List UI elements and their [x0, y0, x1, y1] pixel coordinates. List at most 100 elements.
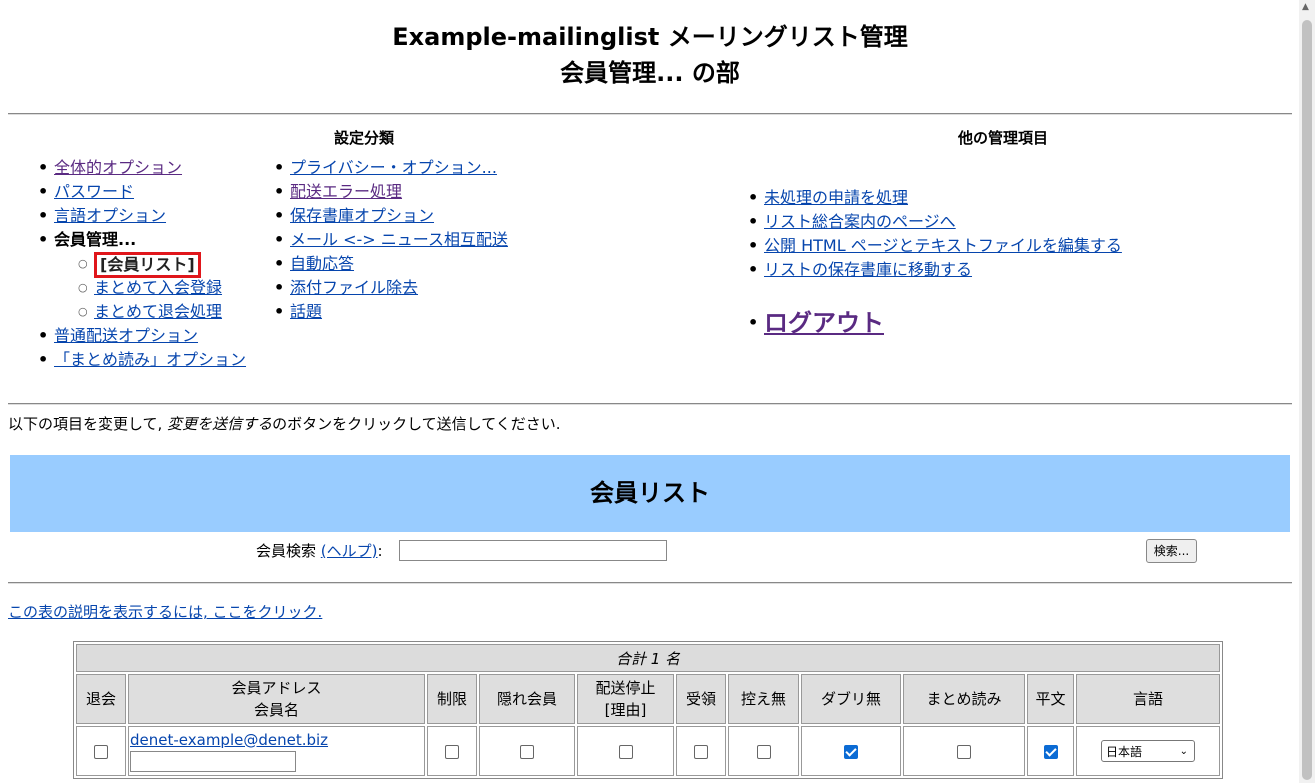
cell-digest [903, 726, 1025, 776]
nav-item-gateway: メール <-> ニュース相互配送 [274, 228, 508, 252]
nav-link-gateway[interactable]: メール <-> ニュース相互配送 [290, 230, 508, 249]
col-nomail-reason: [理由] [604, 701, 647, 719]
nav-link-archive[interactable]: 保存書庫オプション [290, 206, 434, 225]
member-email-link[interactable]: denet-example@denet.biz [130, 731, 328, 749]
nav-item-language: 言語オプション [38, 204, 246, 228]
search-button[interactable]: 検索... [1146, 539, 1197, 563]
language-select[interactable]: 日本語 ⌄ [1101, 740, 1195, 762]
instruction-text: 以下の項目を変更して, 変更を送信するのボタンをクリックして送信してください. [8, 413, 561, 434]
member-total: 合計 1 名 [76, 644, 1220, 672]
cell-unsub [76, 726, 126, 776]
col-plain: 平文 [1027, 674, 1074, 724]
nav-item-topics: 話題 [274, 300, 508, 324]
scrollbar-thumb[interactable] [1302, 20, 1312, 780]
logout-link[interactable]: ログアウト [764, 309, 884, 337]
nav-item-password: パスワード [38, 180, 246, 204]
cell-plain [1027, 726, 1074, 776]
nav-link-autoreply[interactable]: 自動応答 [290, 254, 354, 273]
nav-subitem-mass-unsubscribe: まとめて退会処理 [78, 300, 246, 324]
nav-item-privacy: プライバシー・オプション... [274, 156, 508, 180]
member-name-input[interactable] [130, 750, 296, 772]
other-item-listinfo: リスト総合案内のページへ [748, 210, 1122, 234]
nav-current-member-list: [会員リスト] [94, 252, 201, 278]
other-link-edit-html[interactable]: 公開 HTML ページとテキストファイルを編集する [764, 236, 1122, 255]
col-nomail: 配送停止 [理由] [577, 674, 674, 724]
nav-link-language[interactable]: 言語オプション [54, 206, 166, 225]
nav-item-nondigest: 普通配送オプション [38, 324, 246, 348]
cell-language: 日本語 ⌄ [1076, 726, 1220, 776]
other-admin-list: 未処理の申請を処理 リスト総合案内のページへ 公開 HTML ページとテキストフ… [748, 186, 1122, 282]
page-subtitle: 会員管理... の部 [560, 59, 740, 87]
nodupes-checkbox[interactable] [844, 744, 858, 759]
nav-item-contentfilter: 添付ファイル除去 [274, 276, 508, 300]
nav-item-archive: 保存書庫オプション [274, 204, 508, 228]
col-digest: まとめ読み [903, 674, 1025, 724]
nav-link-general[interactable]: 全体的オプション [54, 158, 182, 177]
search-input[interactable] [399, 540, 667, 561]
nomail-checkbox[interactable] [618, 744, 633, 759]
chevron-down-icon: ⌄ [1179, 746, 1188, 757]
ack-checkbox[interactable] [694, 744, 708, 759]
other-link-pending[interactable]: 未処理の申請を処理 [764, 188, 908, 207]
cell-notmetoo [728, 726, 799, 776]
nav-item-autoreply: 自動応答 [274, 252, 508, 276]
instruction-emphasis: 変更を送信する [167, 415, 273, 433]
col-name-label: 会員名 [253, 701, 299, 719]
col-hide: 隠れ会員 [479, 674, 575, 724]
nav-link-contentfilter[interactable]: 添付ファイル除去 [290, 278, 418, 297]
other-item-archives: リストの保存書庫に移動する [748, 258, 1122, 282]
nav-link-nondigest[interactable]: 普通配送オプション [54, 326, 198, 345]
nav-link-password[interactable]: パスワード [54, 182, 134, 201]
nav-subitem-member-list: [会員リスト] [78, 252, 246, 278]
settings-left-list: 全体的オプション パスワード 言語オプション 会員管理... [会員リスト] ま… [38, 156, 246, 372]
unsub-checkbox[interactable] [94, 744, 108, 759]
col-unsub: 退会 [76, 674, 126, 724]
nav-link-mass-unsubscribe[interactable]: まとめて退会処理 [94, 302, 222, 321]
col-nomail-label: 配送停止 [595, 679, 656, 697]
settings-heading: 設定分類 [334, 129, 395, 147]
other-item-edit-html: 公開 HTML ページとテキストファイルを編集する [748, 234, 1122, 258]
cell-hide [479, 726, 575, 776]
digest-checkbox[interactable] [957, 744, 971, 759]
nav-link-mass-subscribe[interactable]: まとめて入会登録 [94, 278, 222, 297]
nav-subitem-mass-subscribe: まとめて入会登録 [78, 276, 246, 300]
nav-item-bounce: 配送エラー処理 [274, 180, 508, 204]
notmetoo-checkbox[interactable] [756, 744, 771, 759]
plain-checkbox[interactable] [1043, 744, 1058, 759]
triangle-up-icon[interactable]: ▲ [1302, 2, 1309, 12]
nav-link-topics[interactable]: 話題 [290, 302, 322, 321]
divider-middle [8, 403, 1292, 405]
member-table: 合計 1 名 退会 会員アドレス 会員名 制限 隠れ会員 配送停止 [理由] 受領 … [73, 641, 1223, 779]
search-label-group: 会員検索 (ヘルプ): [256, 540, 383, 561]
col-notmetoo: 控え無 [728, 674, 799, 724]
search-colon: : [377, 542, 383, 560]
nav-link-digest[interactable]: 「まとめ読み」オプション [54, 350, 246, 369]
divider-bottom [8, 582, 1292, 584]
other-heading: 他の管理項目 [958, 129, 1049, 147]
cell-nomail [577, 726, 674, 776]
other-link-archives[interactable]: リストの保存書庫に移動する [764, 260, 972, 279]
col-mod: 制限 [427, 674, 477, 724]
table-total-row: 合計 1 名 [76, 644, 1220, 672]
nav-link-privacy[interactable]: プライバシー・オプション... [290, 158, 497, 177]
legend-link[interactable]: この表の説明を表示するには, ここをクリック. [8, 601, 322, 622]
member-list-banner: 会員リスト [10, 455, 1290, 532]
col-address: 会員アドレス 会員名 [128, 674, 425, 724]
hide-checkbox[interactable] [520, 744, 534, 759]
cell-ack [676, 726, 726, 776]
search-help-link[interactable]: (ヘルプ) [321, 542, 378, 560]
settings-right-list: プライバシー・オプション... 配送エラー処理 保存書庫オプション メール <-… [274, 156, 508, 324]
nav-link-bounce[interactable]: 配送エラー処理 [290, 182, 402, 201]
table-header-row: 退会 会員アドレス 会員名 制限 隠れ会員 配送停止 [理由] 受領 控え無 ダブリ… [76, 674, 1220, 724]
logout-list: ログアウト [748, 306, 884, 340]
language-value: 日本語 [1106, 745, 1143, 759]
page-title: Example-mailinglist メーリングリスト管理 [392, 23, 908, 51]
mod-checkbox[interactable] [445, 744, 459, 759]
cell-address: denet-example@denet.biz [128, 726, 425, 776]
logout-item: ログアウト [748, 306, 884, 340]
other-link-listinfo[interactable]: リスト総合案内のページへ [764, 212, 956, 231]
nav-item-general: 全体的オプション [38, 156, 246, 180]
instruction-suffix: のボタンをクリックして送信してください. [272, 415, 561, 433]
cell-nodupes [801, 726, 901, 776]
other-item-pending: 未処理の申請を処理 [748, 186, 1122, 210]
